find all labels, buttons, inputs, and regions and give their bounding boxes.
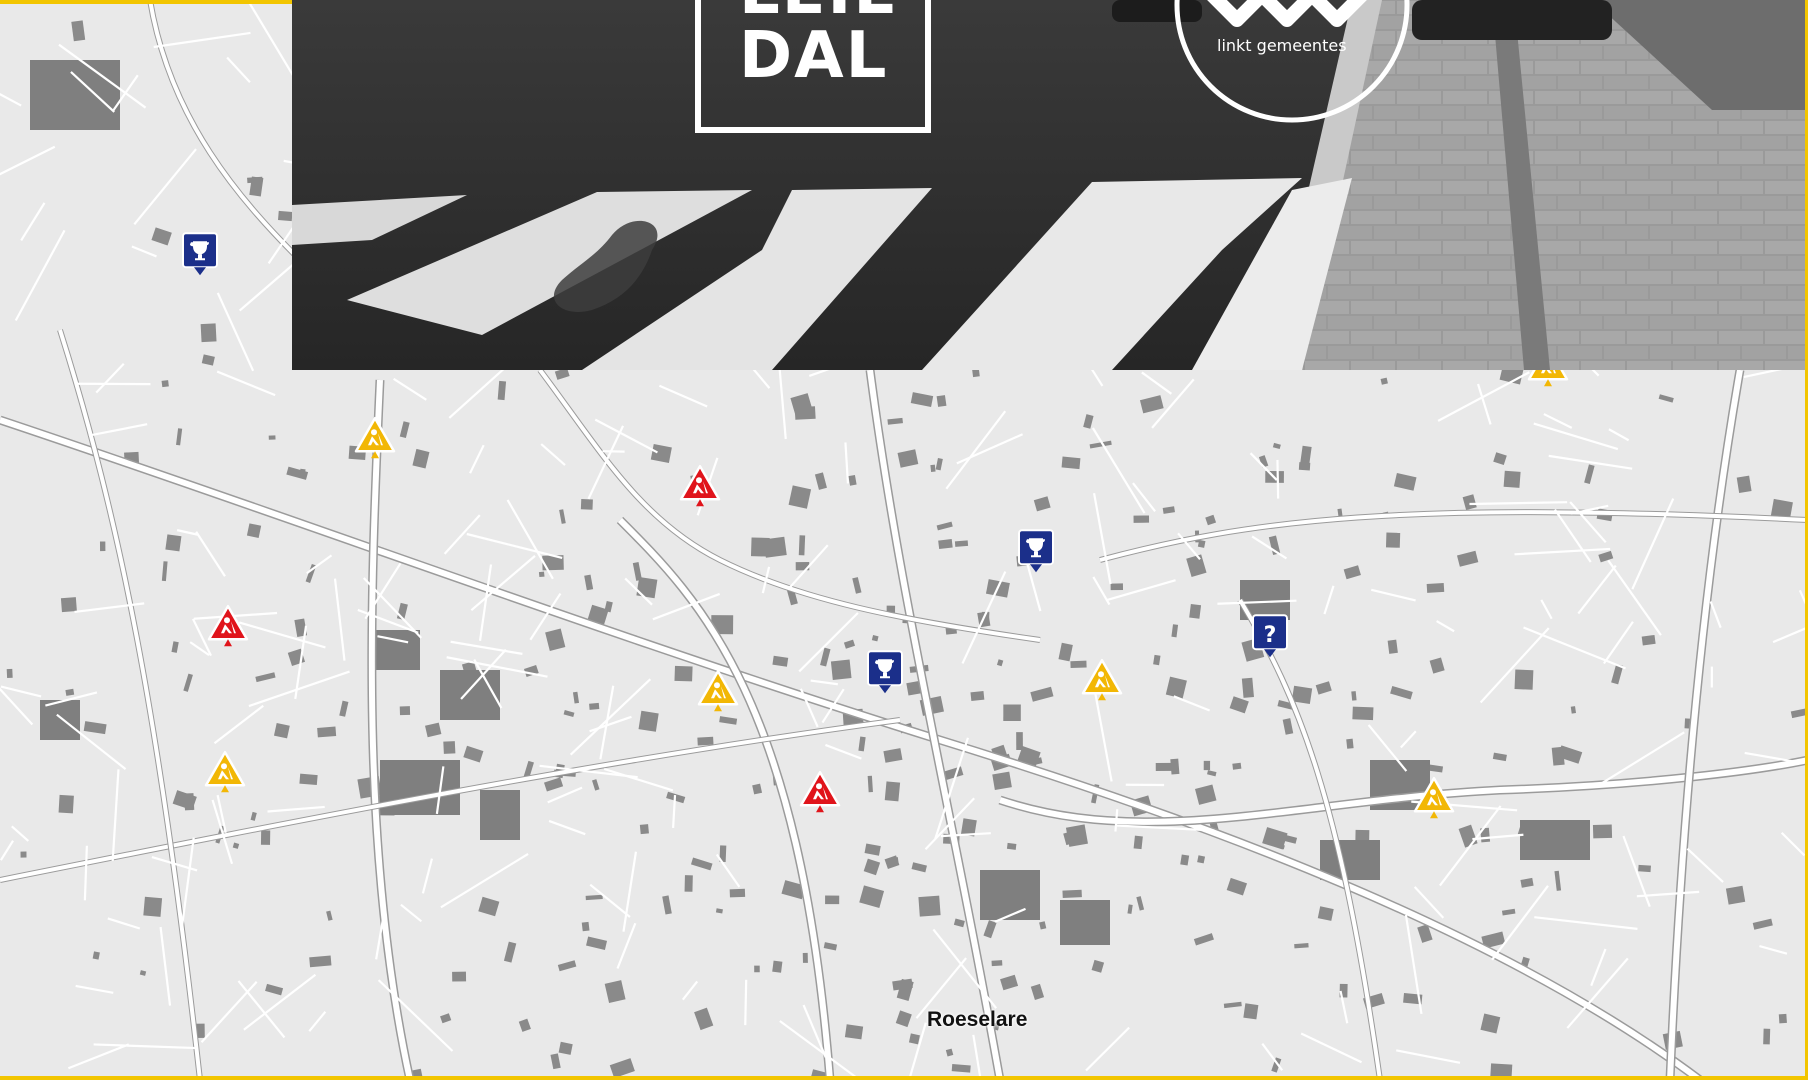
map-marker-event[interactable] [1015,528,1057,574]
place-label-roeselare: Roeselare [927,1008,1028,1031]
logo-tagline: linkt gemeentes [1217,36,1347,55]
map-marker-roadworks[interactable] [204,749,246,795]
roadworks-icon [1081,658,1123,701]
map-marker-event[interactable] [864,649,906,695]
svg-text:?: ? [1264,623,1277,648]
trophy-icon [1018,529,1054,573]
logo-leiedal-line2: DAL [739,19,889,93]
accent-bar-top [0,0,292,4]
accent-bar-bottom [0,1076,1808,1080]
question-icon: ? [1252,614,1288,658]
map-marker-roadworks[interactable] [1081,657,1123,703]
map-marker-event[interactable] [179,231,221,277]
trophy-icon [182,232,218,276]
roadworks-icon [354,416,396,459]
trophy-icon [867,650,903,694]
roadworks-icon [204,750,246,793]
hero-photo: LEIE DAL linkt gemeentes [292,0,1805,370]
map-marker-roadworks[interactable] [1413,775,1455,821]
map-marker-info[interactable]: ? [1249,613,1291,659]
map-marker-roadworks[interactable] [679,463,721,509]
map-marker-roadworks[interactable] [697,668,739,714]
roadworks-icon [697,669,739,712]
roadworks-icon [799,770,841,813]
roadworks-icon [1413,776,1455,819]
roadworks-icon [679,464,721,507]
map-marker-roadworks[interactable] [207,603,249,649]
map-marker-roadworks[interactable] [799,769,841,815]
hero-photo-artwork [292,0,1805,370]
roadworks-icon [207,604,249,647]
map-marker-roadworks[interactable] [354,415,396,461]
page: Roeselare ? DAL linkt gemeentes [0,0,1808,1080]
